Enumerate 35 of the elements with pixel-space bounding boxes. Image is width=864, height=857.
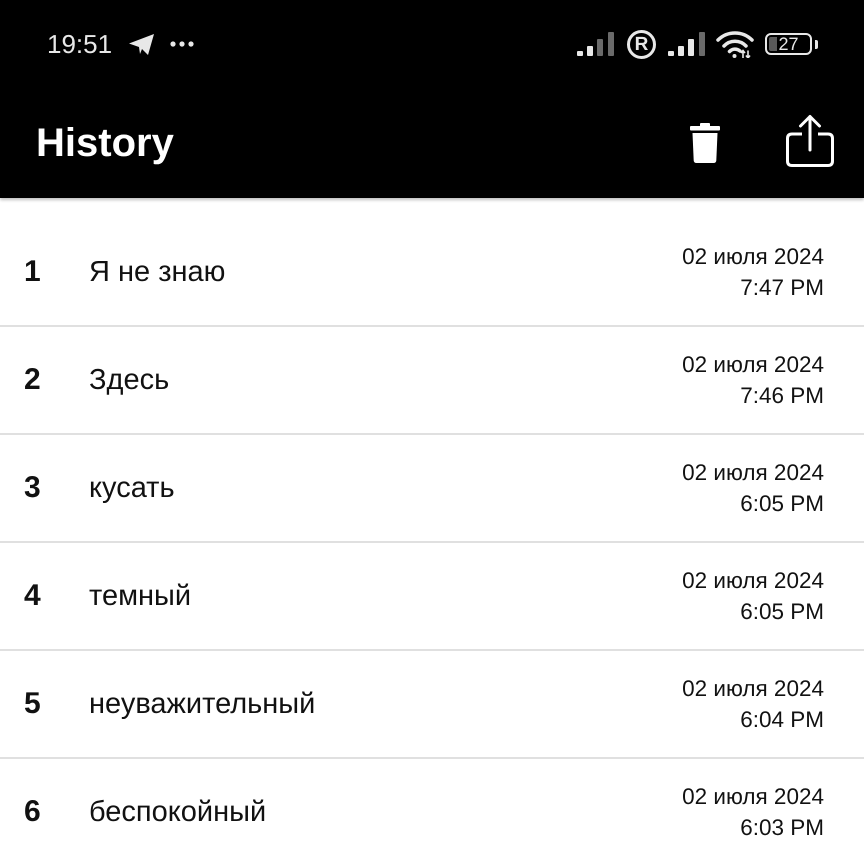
row-number: 3	[24, 471, 42, 505]
time-text: 6:03 PM	[740, 814, 824, 842]
row-number: 5	[24, 687, 42, 721]
signal-icon	[577, 32, 614, 56]
time-text: 7:47 PM	[740, 274, 824, 302]
row-number: 2	[24, 363, 42, 397]
date-text: 02 июля 2024	[682, 567, 824, 595]
wifi-icon	[716, 30, 754, 58]
row-number: 1	[24, 255, 42, 289]
time-text: 6:04 PM	[740, 706, 824, 734]
word-text: Я не знаю	[89, 255, 226, 289]
share-icon[interactable]	[786, 114, 834, 166]
word-text: Здесь	[89, 363, 170, 397]
screen-title: History	[36, 120, 174, 166]
date-text: 02 июля 2024	[682, 783, 824, 811]
row-number: 4	[24, 579, 42, 613]
word-text: кусать	[89, 471, 176, 505]
signal-icon	[668, 32, 705, 56]
clock-time: 19:51	[47, 29, 112, 59]
date-text: 02 июля 2024	[682, 243, 824, 271]
time-text: 7:46 PM	[740, 382, 824, 410]
more-dots-icon	[170, 41, 194, 47]
word-text: беспокойный	[89, 795, 268, 829]
word-text: темный	[89, 579, 192, 613]
battery-indicator: 27	[765, 33, 818, 55]
date-text: 02 июля 2024	[682, 351, 824, 379]
roaming-indicator: R	[627, 30, 656, 58]
date-text: 02 июля 2024	[682, 459, 824, 487]
paper-plane-icon	[129, 34, 154, 54]
trash-icon[interactable]	[690, 123, 720, 163]
word-text: неуважительный	[89, 687, 316, 721]
time-text: 6:05 PM	[740, 490, 824, 518]
row-number: 6	[24, 795, 42, 829]
time-text: 6:05 PM	[740, 598, 824, 626]
date-text: 02 июля 2024	[682, 675, 824, 703]
